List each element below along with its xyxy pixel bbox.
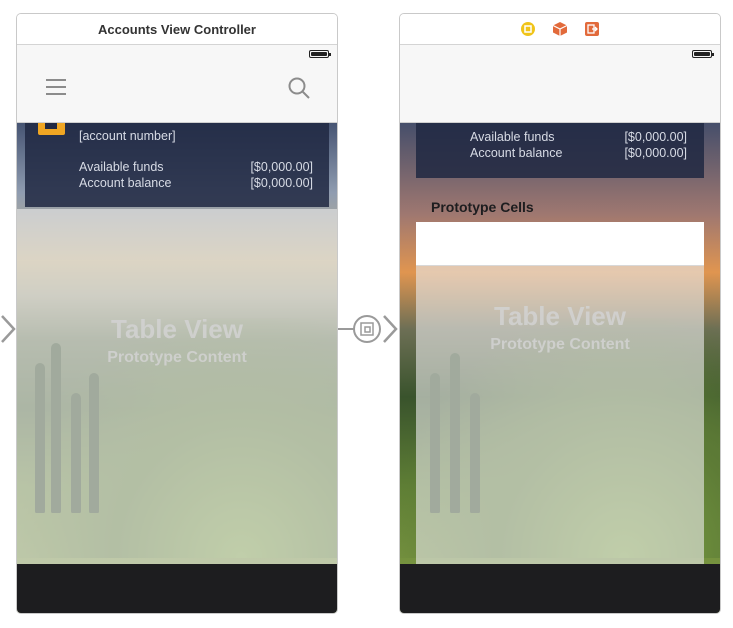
segue-arrow-out — [383, 315, 398, 343]
bottom-toolbar — [17, 564, 337, 613]
account-balance-value: [$0,000.00] — [624, 146, 687, 160]
accounts-view-controller-scene[interactable]: Accounts View Controller [account number… — [16, 13, 338, 614]
account-balance-row: Account balance [$0,000.00] — [25, 176, 329, 190]
available-funds-label: Available funds — [79, 160, 164, 174]
account-icon — [38, 123, 65, 135]
battery-icon — [309, 50, 331, 58]
available-funds-row: Available funds [$0,000.00] — [25, 160, 329, 174]
available-funds-value: [$0,000.00] — [624, 130, 687, 144]
account-card: [account number] Available funds [$0,000… — [25, 123, 329, 207]
table-view-title: Table View — [494, 301, 626, 331]
scene-canvas: Available funds [$0,000.00] Account bala… — [400, 45, 720, 613]
account-number: [account number] — [79, 129, 176, 143]
available-funds-value: [$0,000.00] — [250, 160, 313, 174]
bottom-toolbar — [400, 564, 720, 613]
account-balance-label: Account balance — [79, 176, 172, 190]
first-responder-icon[interactable] — [552, 21, 568, 37]
segue-arrow-in[interactable] — [0, 314, 16, 344]
table-view-subtitle: Prototype Content — [107, 349, 247, 366]
search-icon[interactable] — [287, 76, 311, 100]
table-view[interactable]: Table View Prototype Content — [416, 266, 704, 576]
scene-dock — [400, 14, 720, 45]
status-bar — [17, 45, 337, 60]
available-funds-row: Available funds [$0,000.00] — [416, 130, 704, 144]
menu-icon[interactable] — [45, 78, 67, 96]
exit-icon[interactable] — [584, 21, 600, 37]
embed-segue-icon[interactable] — [352, 314, 382, 344]
account-balance-label: Account balance — [470, 146, 563, 160]
view-controller-icon[interactable] — [520, 21, 536, 37]
navigation-bar[interactable] — [400, 60, 720, 123]
navigation-bar[interactable] — [17, 60, 337, 123]
status-bar — [400, 45, 720, 60]
embedded-view-controller-scene[interactable]: Available funds [$0,000.00] Account bala… — [399, 13, 721, 614]
battery-icon — [692, 50, 714, 58]
scene-canvas: [account number] Available funds [$0,000… — [17, 45, 337, 613]
table-view[interactable]: Table View Prototype Content — [17, 209, 337, 564]
embed-segue[interactable] — [338, 314, 400, 344]
prototype-cells-label: Prototype Cells — [431, 199, 534, 215]
scene-title: Accounts View Controller — [17, 14, 337, 45]
table-view-subtitle: Prototype Content — [490, 336, 630, 353]
account-balance-row: Account balance [$0,000.00] — [416, 146, 704, 160]
prototype-cell[interactable] — [416, 222, 704, 266]
account-balance-value: [$0,000.00] — [250, 176, 313, 190]
table-view-title: Table View — [111, 314, 243, 344]
account-card: Available funds [$0,000.00] Account bala… — [416, 123, 704, 178]
available-funds-label: Available funds — [470, 130, 555, 144]
